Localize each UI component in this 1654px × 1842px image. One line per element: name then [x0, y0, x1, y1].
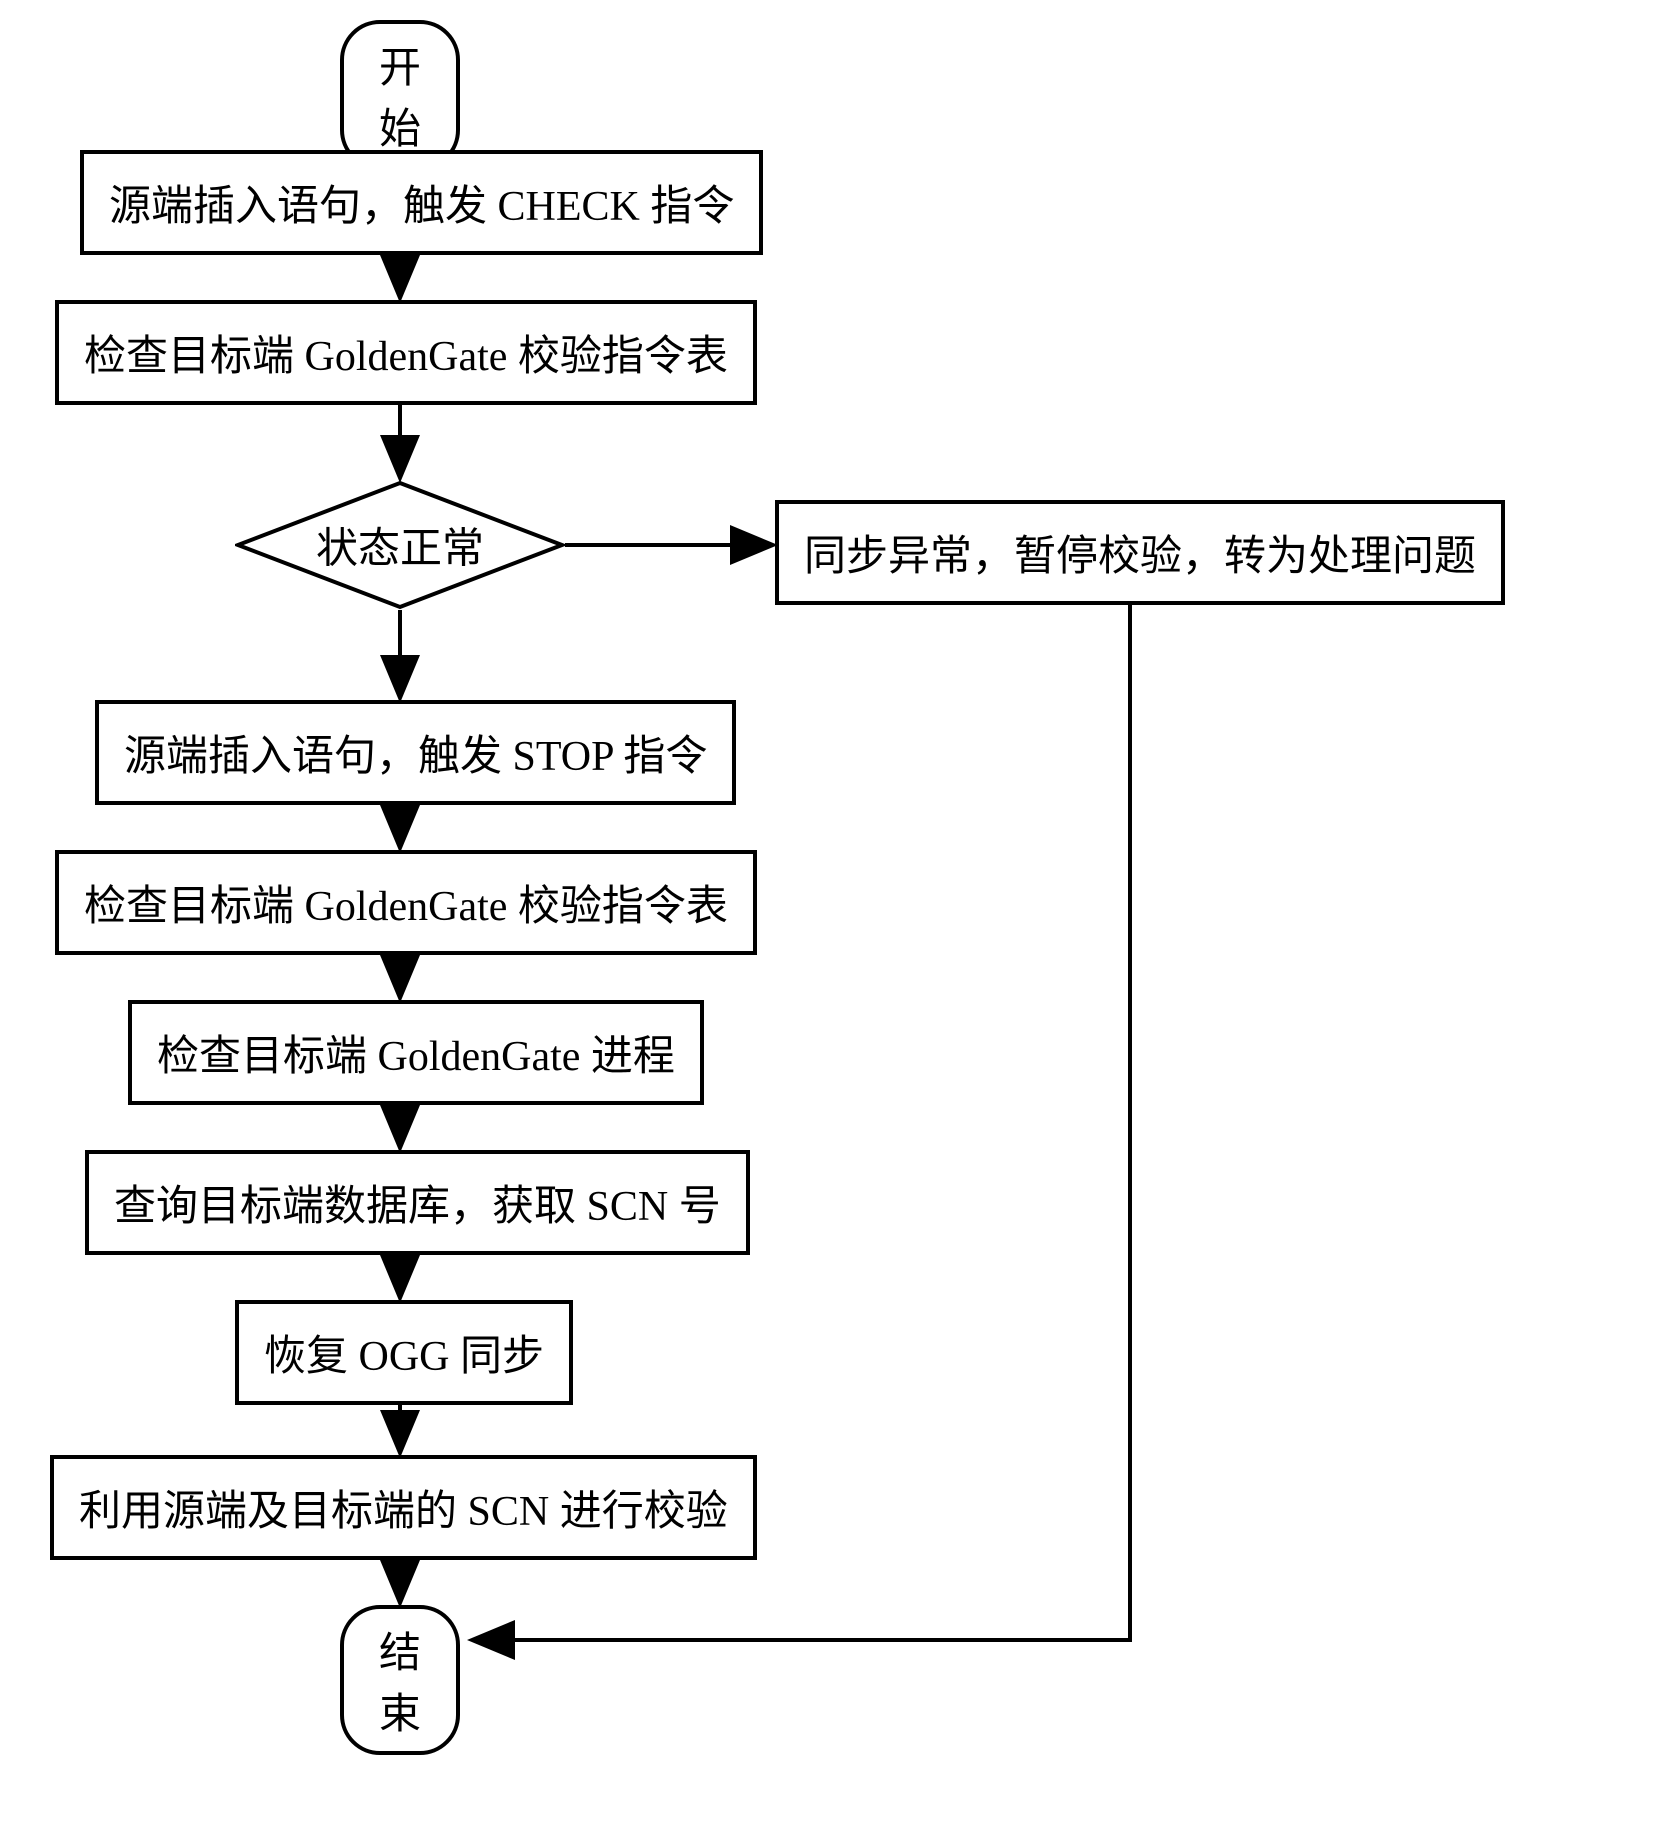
- start-node: 开始: [340, 20, 460, 170]
- step7-label: 恢复 OGG 同步: [264, 1334, 544, 1380]
- process-step7: 恢复 OGG 同步: [235, 1300, 573, 1405]
- process-step5: 检查目标端 GoldenGate 进程: [128, 1000, 704, 1105]
- process-step4: 检查目标端 GoldenGate 校验指令表: [55, 850, 757, 955]
- step8-label: 利用源端及目标端的 SCN 进行校验: [79, 1489, 728, 1535]
- process-error: 同步异常，暂停校验，转为处理问题: [775, 500, 1505, 605]
- step6-label: 查询目标端数据库，获取 SCN 号: [114, 1184, 721, 1230]
- process-step1: 源端插入语句，触发 CHECK 指令: [80, 150, 763, 255]
- process-step6: 查询目标端数据库，获取 SCN 号: [85, 1150, 750, 1255]
- end-node: 结束: [340, 1605, 460, 1755]
- process-step8: 利用源端及目标端的 SCN 进行校验: [50, 1455, 757, 1560]
- step2-label: 检查目标端 GoldenGate 校验指令表: [84, 334, 728, 380]
- process-step2: 检查目标端 GoldenGate 校验指令表: [55, 300, 757, 405]
- decision-label: 状态正常: [316, 515, 484, 576]
- error-label: 同步异常，暂停校验，转为处理问题: [804, 534, 1476, 580]
- decision-node: 状态正常: [235, 480, 565, 610]
- start-label: 开始: [379, 46, 421, 153]
- process-step3: 源端插入语句，触发 STOP 指令: [95, 700, 736, 805]
- step3-label: 源端插入语句，触发 STOP 指令: [124, 734, 707, 780]
- step1-label: 源端插入语句，触发 CHECK 指令: [109, 184, 734, 230]
- step4-label: 检查目标端 GoldenGate 校验指令表: [84, 884, 728, 930]
- end-label: 结束: [379, 1631, 421, 1738]
- step5-label: 检查目标端 GoldenGate 进程: [157, 1034, 675, 1080]
